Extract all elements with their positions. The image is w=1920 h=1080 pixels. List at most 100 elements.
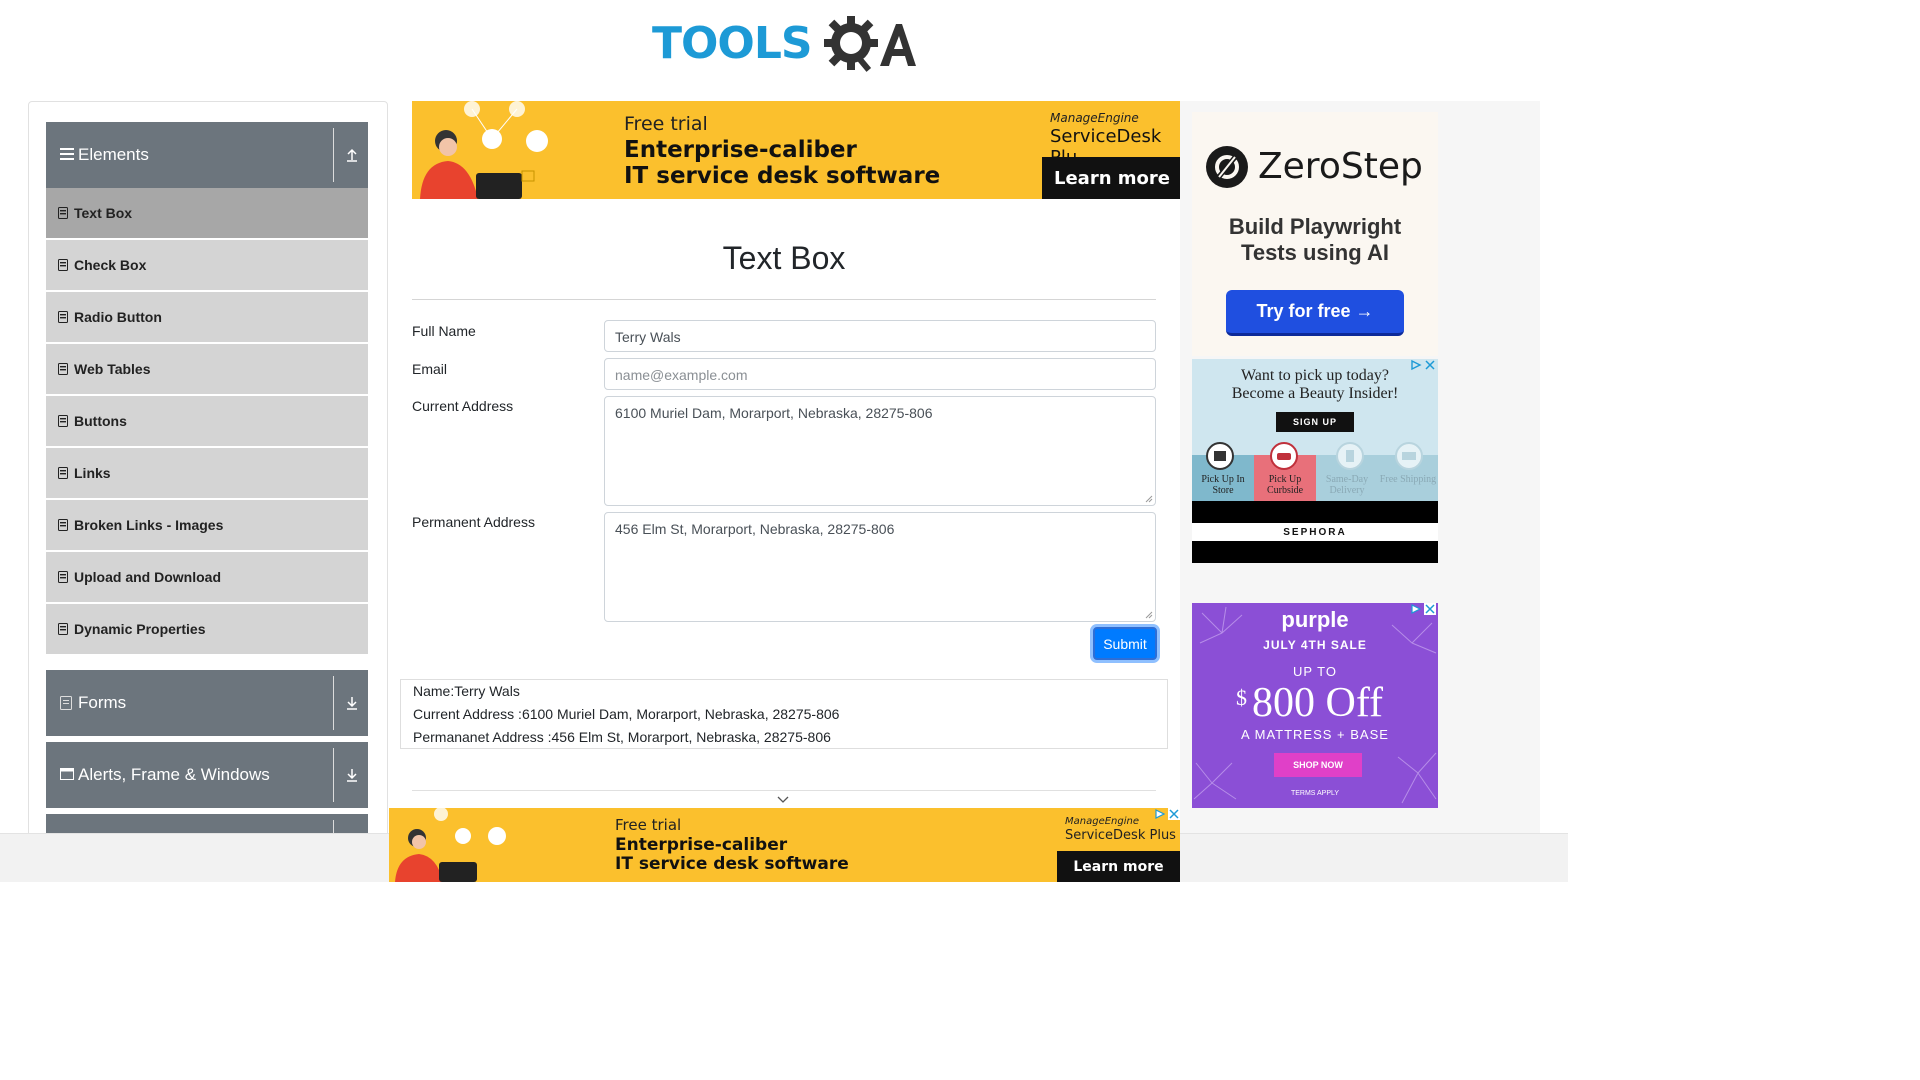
list-icon: [58, 363, 68, 375]
curbside-icon: [1270, 442, 1298, 470]
sephora-option-curbside: Pick Up Curbside: [1266, 474, 1304, 496]
ad-learn-more-button[interactable]: Learn more: [1042, 157, 1180, 199]
ad-line2: Enterprise-caliber: [615, 835, 788, 855]
close-icon[interactable]: [1168, 808, 1180, 820]
permanent-address-label: Permanent Address: [412, 514, 535, 530]
list-icon: [58, 259, 68, 271]
email-label: Email: [412, 361, 448, 377]
output-current-address: Current Address :6100 Muriel Dam, Morarp…: [413, 706, 840, 722]
title-divider: [412, 299, 1156, 300]
list-icon: [58, 311, 68, 323]
ad-illustration: [395, 808, 506, 882]
ad-learn-more-button[interactable]: Learn more: [1057, 851, 1180, 882]
sidebar-group-alerts[interactable]: Alerts, Frame & Windows: [46, 742, 368, 808]
sephora-option-shipping: Free Shipping: [1379, 474, 1437, 485]
sidebar-item-label: Text Box: [74, 205, 133, 221]
list-icon: [58, 415, 68, 427]
expand-down-icon[interactable]: [344, 767, 360, 783]
chevron-down-icon[interactable]: [776, 795, 790, 805]
adchoices-icon[interactable]: [1154, 808, 1166, 820]
shipping-icon: [1395, 442, 1423, 470]
purple-brand: purple: [1281, 607, 1349, 632]
full-name-input[interactable]: Terry Wals: [604, 320, 1156, 352]
zerostep-tagline1: Build Playwright: [1228, 214, 1402, 239]
zerostep-logo-icon: [1206, 146, 1248, 188]
sidebar-item-upload-download[interactable]: Upload and Download: [46, 552, 368, 602]
window-icon: [60, 768, 74, 780]
sidebar-group-elements[interactable]: Elements: [46, 122, 368, 188]
sidebar-item-web-tables[interactable]: Web Tables: [46, 344, 368, 394]
footer-divider: [412, 790, 1156, 791]
gear-icon: [824, 16, 878, 72]
sidebar-item-label: Broken Links - Images: [74, 517, 224, 533]
purple-amount: 800 Off: [1252, 680, 1384, 726]
ad-sephora[interactable]: Want to pick up today? Become a Beauty I…: [1192, 359, 1438, 563]
resize-grip-icon[interactable]: [1145, 611, 1153, 619]
ad-brand-small: ManageEngine: [1065, 816, 1139, 827]
sidebar-item-label: Upload and Download: [74, 569, 221, 585]
ad-banner-bottom[interactable]: Free trial Enterprise-caliber IT service…: [389, 808, 1180, 882]
logo-a-letter: [880, 24, 916, 66]
header-divider: [333, 676, 334, 730]
sidebar-item-text-box[interactable]: Text Box: [46, 188, 368, 238]
permanent-address-textarea[interactable]: 456 Elm St, Morarport, Nebraska, 28275-8…: [604, 512, 1156, 622]
ad-purple[interactable]: purple JULY 4TH SALE UP TO $ 800 Off A M…: [1192, 603, 1438, 808]
sephora-black-bar: [1192, 501, 1438, 523]
purple-dollar: $: [1236, 685, 1247, 710]
sidebar-item-check-box[interactable]: Check Box: [46, 240, 368, 290]
sidebar-item-broken-links[interactable]: Broken Links - Images: [46, 500, 368, 550]
sidebar-item-label: Web Tables: [74, 361, 151, 377]
sidebar-item-label: Check Box: [74, 257, 147, 273]
sidebar-item-dynamic-properties[interactable]: Dynamic Properties: [46, 604, 368, 654]
ad-brand: ServiceDesk Plus: [1065, 828, 1176, 843]
sidebar-panel: Elements Text Box Check Box Radio Button…: [28, 101, 388, 861]
sidebar-group-title: Forms: [78, 693, 127, 712]
hamburger-icon: [60, 148, 74, 160]
output-permanent-address: Permananet Address :456 Elm St, Morarpor…: [413, 729, 831, 745]
zerostep-try-button[interactable]: Try for free →: [1226, 290, 1404, 336]
list-icon: [58, 207, 68, 219]
sidebar-item-label: Radio Button: [74, 309, 162, 325]
store-icon: [1206, 442, 1234, 470]
ad-brand-small: ManageEngine: [1050, 111, 1139, 125]
list-icon: [58, 571, 68, 583]
sidebar-item-links[interactable]: Links: [46, 448, 368, 498]
current-address-label: Current Address: [412, 398, 514, 414]
logo-tools-text: TOOLS: [652, 18, 813, 69]
ad-banner-top[interactable]: Free trial Enterprise-caliber IT service…: [412, 101, 1180, 199]
sidebar-item-radio-button[interactable]: Radio Button: [46, 292, 368, 342]
header-divider: [333, 128, 334, 182]
ad-line1: Free trial: [615, 816, 682, 834]
ad-line2: Enterprise-caliber: [624, 137, 857, 163]
purple-shop-now-button[interactable]: SHOP NOW: [1274, 753, 1362, 777]
output-box: Name:Terry Wals Current Address :6100 Mu…: [400, 679, 1168, 749]
sephora-black-bar: [1192, 541, 1438, 563]
sephora-brand: SEPHORA: [1192, 523, 1438, 541]
resize-grip-icon[interactable]: [1145, 495, 1153, 503]
current-address-textarea[interactable]: 6100 Muriel Dam, Morarport, Nebraska, 28…: [604, 396, 1156, 506]
toolsqa-logo[interactable]: TOOLS: [652, 12, 918, 76]
sidebar-item-label: Dynamic Properties: [74, 621, 206, 637]
sephora-line1: Want to pick up today?: [1240, 367, 1389, 384]
purple-sub: A MATTRESS + BASE: [1241, 727, 1389, 742]
sidebar-group-forms[interactable]: Forms: [46, 670, 368, 736]
ad-zerostep[interactable]: ZeroStep Build Playwright Tests using AI…: [1192, 112, 1438, 356]
header-divider: [333, 748, 334, 802]
sephora-signup-button[interactable]: SIGN UP: [1276, 412, 1354, 432]
list-icon: [58, 467, 68, 479]
sidebar-item-buttons[interactable]: Buttons: [46, 396, 368, 446]
purple-terms: TERMS APPLY: [1290, 790, 1340, 797]
current-address-text: 6100 Muriel Dam, Morarport, Nebraska, 28…: [615, 405, 933, 421]
expand-down-icon[interactable]: [344, 695, 360, 711]
sidebar-group-title: Alerts, Frame & Windows: [78, 765, 270, 784]
sephora-line2: Become a Beauty Insider!: [1231, 385, 1399, 402]
purple-sale: JULY 4TH SALE: [1263, 638, 1367, 652]
sidebar-group-title: Elements: [78, 145, 149, 164]
submit-button[interactable]: Submit: [1093, 627, 1157, 660]
collapse-up-icon[interactable]: [344, 147, 360, 163]
purple-upto: UP TO: [1292, 664, 1338, 679]
email-input[interactable]: name@example.com: [604, 358, 1156, 390]
ad-illustration: [420, 101, 548, 199]
full-name-label: Full Name: [412, 323, 476, 339]
list-icon: [58, 519, 68, 531]
